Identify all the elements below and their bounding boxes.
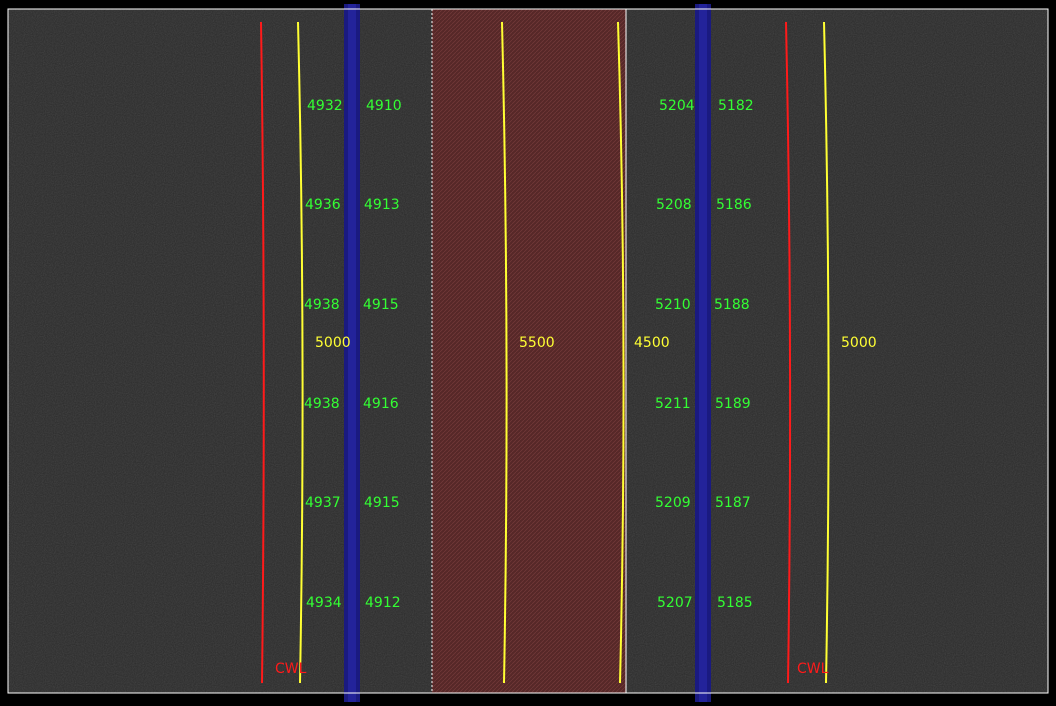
- right-label-a-5: 5207: [657, 595, 693, 611]
- right-label-a-1: 5208: [656, 197, 692, 213]
- left-label-b-3: 4916: [363, 396, 399, 412]
- cwl-label-left: CWL: [275, 661, 307, 677]
- contour-label-left: 5000: [315, 335, 351, 351]
- detector-view: 4932 4910 4936 4913 4938 4915 4938 4916 …: [0, 0, 1056, 706]
- right-label-b-2: 5188: [714, 297, 750, 313]
- right-label-a-0: 5204: [659, 98, 695, 114]
- right-label-a-3: 5211: [655, 396, 691, 412]
- highlight-region[interactable]: [432, 9, 626, 693]
- right-label-a-4: 5209: [655, 495, 691, 511]
- right-label-b-5: 5185: [717, 595, 753, 611]
- left-label-b-0: 4910: [366, 98, 402, 114]
- slit-band-right-core: [699, 4, 707, 702]
- left-label-a-4: 4937: [305, 495, 341, 511]
- contour-label-middle-right: 4500: [634, 335, 670, 351]
- left-label-b-4: 4915: [364, 495, 400, 511]
- left-label-a-0: 4932: [307, 98, 343, 114]
- slit-band-left-core: [348, 4, 356, 702]
- left-label-a-1: 4936: [305, 197, 341, 213]
- cwl-label-right: CWL: [797, 661, 829, 677]
- left-label-b-2: 4915: [363, 297, 399, 313]
- contour-label-right: 5000: [841, 335, 877, 351]
- left-label-a-2: 4938: [304, 297, 340, 313]
- left-label-a-3: 4938: [304, 396, 340, 412]
- right-label-a-2: 5210: [655, 297, 691, 313]
- left-label-b-5: 4912: [365, 595, 401, 611]
- right-label-b-3: 5189: [715, 396, 751, 412]
- right-label-b-0: 5182: [718, 98, 754, 114]
- contour-label-middle: 5500: [519, 335, 555, 351]
- left-label-b-1: 4913: [364, 197, 400, 213]
- right-label-b-4: 5187: [715, 495, 751, 511]
- right-label-b-1: 5186: [716, 197, 752, 213]
- left-label-a-5: 4934: [306, 595, 342, 611]
